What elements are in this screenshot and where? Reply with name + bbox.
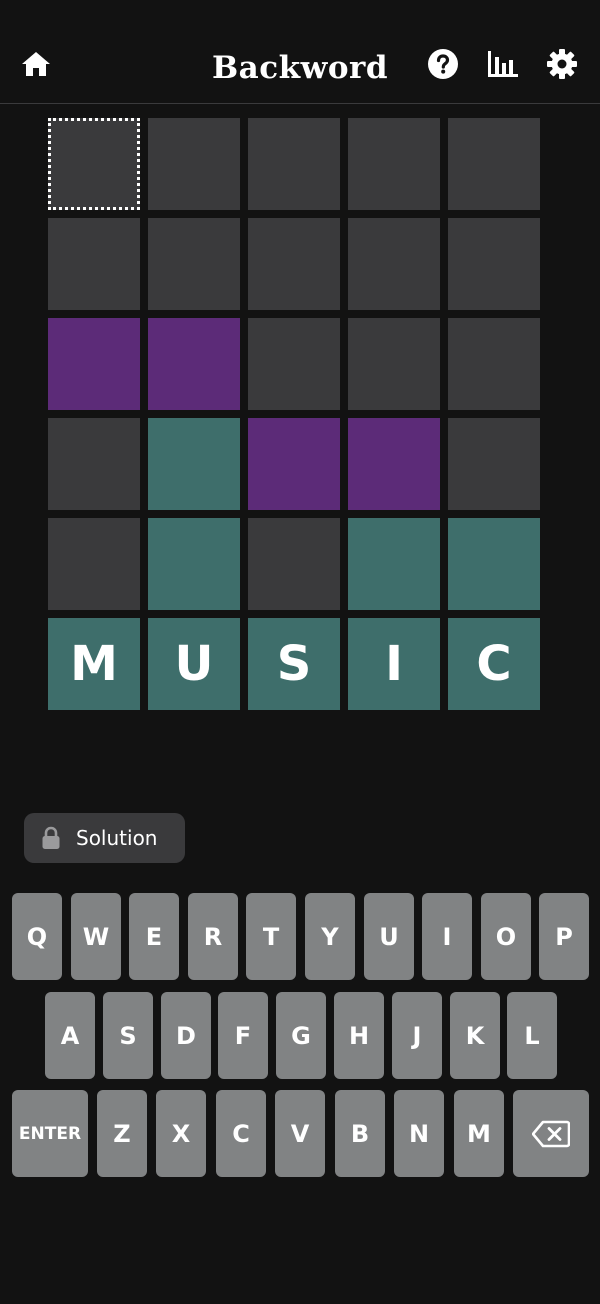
board-row bbox=[48, 218, 542, 310]
backspace-key[interactable] bbox=[513, 1090, 589, 1177]
board-tile[interactable] bbox=[48, 518, 140, 610]
key-c[interactable]: C bbox=[216, 1090, 266, 1177]
board-tile[interactable]: I bbox=[348, 618, 440, 710]
key-s[interactable]: S bbox=[103, 992, 153, 1079]
key-z[interactable]: Z bbox=[97, 1090, 147, 1177]
board-row: M U S I C bbox=[48, 618, 542, 710]
game-board: M U S I C bbox=[48, 118, 542, 718]
key-x[interactable]: X bbox=[156, 1090, 206, 1177]
board-tile[interactable] bbox=[248, 418, 340, 510]
stats-icon bbox=[488, 51, 518, 77]
keyboard-row: Q W E R T Y U I O P bbox=[0, 893, 600, 980]
key-k[interactable]: K bbox=[450, 992, 500, 1079]
board-tile[interactable] bbox=[448, 218, 540, 310]
board-tile[interactable] bbox=[248, 518, 340, 610]
keyboard-row: A S D F G H J K L bbox=[0, 992, 600, 1079]
key-f[interactable]: F bbox=[218, 992, 268, 1079]
board-tile[interactable]: U bbox=[148, 618, 240, 710]
key-l[interactable]: L bbox=[507, 992, 557, 1079]
board-tile[interactable] bbox=[148, 518, 240, 610]
board-tile[interactable] bbox=[348, 418, 440, 510]
header: Backword bbox=[0, 0, 600, 104]
board-tile[interactable] bbox=[148, 318, 240, 410]
key-m[interactable]: M bbox=[454, 1090, 504, 1177]
board-tile[interactable] bbox=[448, 118, 540, 210]
settings-icon bbox=[547, 49, 577, 79]
board-tile[interactable] bbox=[348, 318, 440, 410]
lock-icon bbox=[40, 825, 62, 851]
key-w[interactable]: W bbox=[71, 893, 121, 980]
key-u[interactable]: U bbox=[364, 893, 414, 980]
board-tile[interactable] bbox=[348, 118, 440, 210]
board-tile[interactable]: S bbox=[248, 618, 340, 710]
board-row bbox=[48, 418, 542, 510]
settings-button[interactable] bbox=[542, 44, 582, 84]
key-b[interactable]: B bbox=[335, 1090, 385, 1177]
home-button[interactable] bbox=[16, 44, 56, 84]
board-tile[interactable] bbox=[448, 418, 540, 510]
board-tile[interactable] bbox=[348, 218, 440, 310]
key-y[interactable]: Y bbox=[305, 893, 355, 980]
key-a[interactable]: A bbox=[45, 992, 95, 1079]
key-d[interactable]: D bbox=[161, 992, 211, 1079]
key-r[interactable]: R bbox=[188, 893, 238, 980]
home-icon bbox=[22, 52, 50, 76]
board-tile[interactable] bbox=[48, 318, 140, 410]
key-i[interactable]: I bbox=[422, 893, 472, 980]
key-v[interactable]: V bbox=[275, 1090, 325, 1177]
board-tile[interactable]: M bbox=[48, 618, 140, 710]
keyboard-row: ENTER Z X C V B N M bbox=[0, 1090, 600, 1177]
enter-key[interactable]: ENTER bbox=[12, 1090, 88, 1177]
key-q[interactable]: Q bbox=[12, 893, 62, 980]
help-icon bbox=[428, 49, 458, 79]
board-tile[interactable] bbox=[48, 418, 140, 510]
board-tile[interactable] bbox=[148, 418, 240, 510]
page-title: Backword bbox=[211, 50, 388, 86]
key-p[interactable]: P bbox=[539, 893, 589, 980]
key-t[interactable]: T bbox=[246, 893, 296, 980]
board-tile[interactable] bbox=[148, 118, 240, 210]
stats-button[interactable] bbox=[483, 44, 523, 84]
board-tile[interactable] bbox=[48, 218, 140, 310]
board-tile[interactable]: C bbox=[448, 618, 540, 710]
board-tile[interactable] bbox=[348, 518, 440, 610]
board-tile[interactable] bbox=[248, 218, 340, 310]
board-tile[interactable] bbox=[448, 318, 540, 410]
key-h[interactable]: H bbox=[334, 992, 384, 1079]
key-o[interactable]: O bbox=[481, 893, 531, 980]
board-row bbox=[48, 118, 542, 210]
key-g[interactable]: G bbox=[276, 992, 326, 1079]
board-row bbox=[48, 318, 542, 410]
backspace-icon bbox=[532, 1120, 570, 1147]
key-j[interactable]: J bbox=[392, 992, 442, 1079]
solution-label: Solution bbox=[76, 826, 158, 850]
board-tile[interactable] bbox=[248, 318, 340, 410]
key-n[interactable]: N bbox=[394, 1090, 444, 1177]
key-e[interactable]: E bbox=[129, 893, 179, 980]
board-row bbox=[48, 518, 542, 610]
solution-button[interactable]: Solution bbox=[24, 813, 185, 863]
board-tile[interactable] bbox=[48, 118, 140, 210]
help-button[interactable] bbox=[423, 44, 463, 84]
board-tile[interactable] bbox=[248, 118, 340, 210]
board-tile[interactable] bbox=[448, 518, 540, 610]
board-tile[interactable] bbox=[148, 218, 240, 310]
